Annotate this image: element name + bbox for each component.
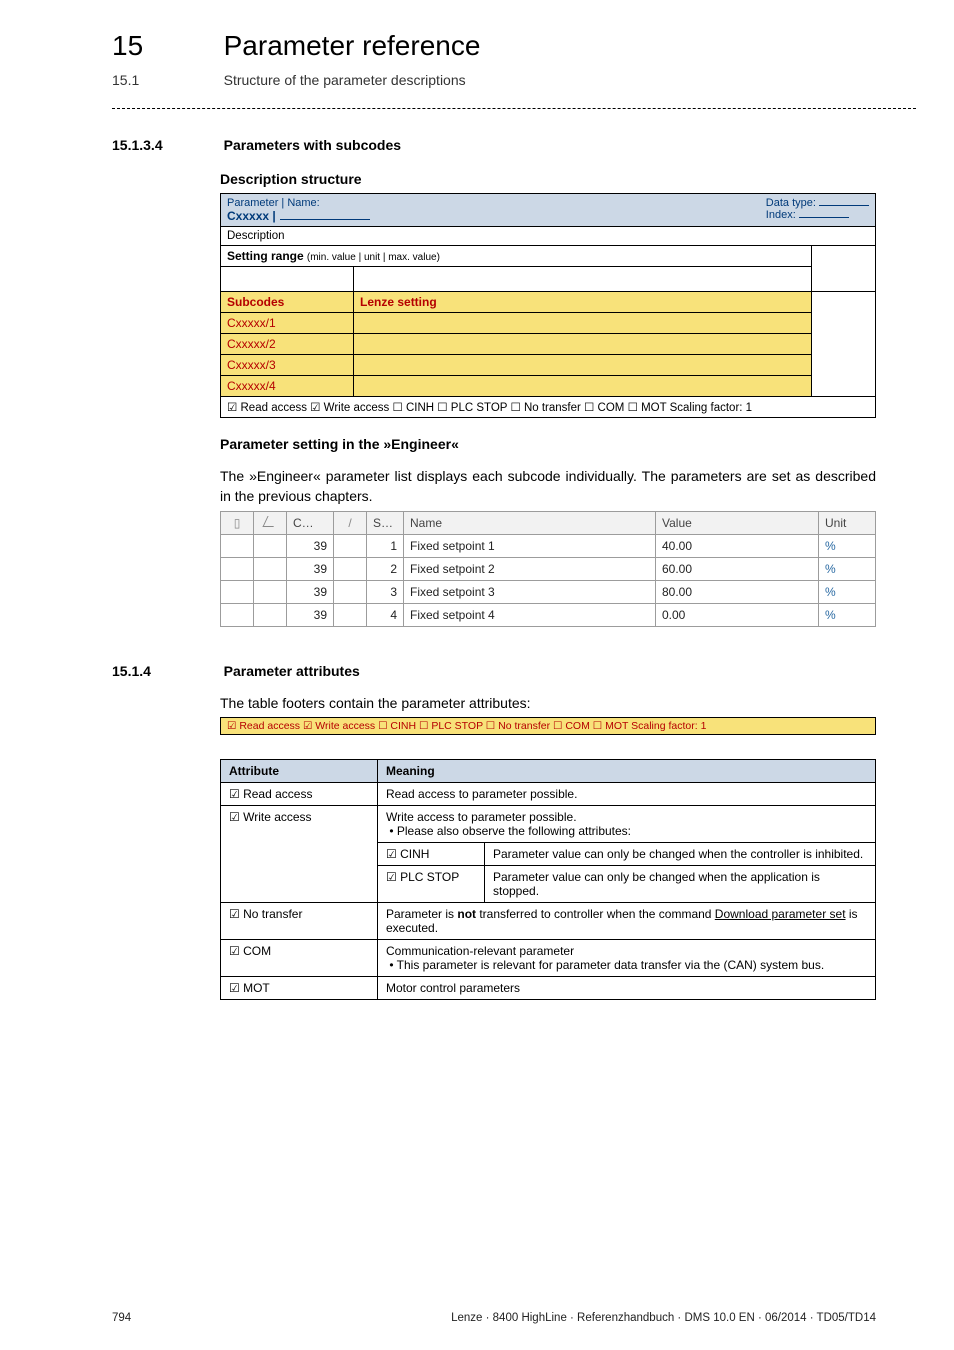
subcode-3: Cxxxxx/3 xyxy=(227,358,276,372)
description-row: Description xyxy=(221,227,876,246)
divider xyxy=(112,108,916,109)
col-meaning: Meaning xyxy=(378,759,876,782)
section-number: 15.1 xyxy=(112,72,220,88)
subcode-2: Cxxxxx/2 xyxy=(227,337,276,351)
subsection-heading: 15.1.4 Parameter attributes xyxy=(112,663,876,679)
table-row: ☑ MOT Motor control parameters xyxy=(221,976,876,999)
download-parameter-set-link[interactable]: Download parameter set xyxy=(715,907,846,921)
table-row: ☑ COM Communication-relevant parameter •… xyxy=(221,939,876,976)
param-name-label: Parameter | Name: Cxxxxx | xyxy=(227,197,370,223)
attribute-meaning-table: Attribute Meaning ☑ Read access Read acc… xyxy=(220,759,876,1000)
footer-text: Lenze · 8400 HighLine · Referenzhandbuch… xyxy=(451,1312,876,1324)
data-type-label: Data type: Index: xyxy=(766,197,869,223)
com-line1: Communication-relevant parameter xyxy=(386,944,574,958)
col-expand-icon: ▯ xyxy=(221,511,254,534)
table-row: 39 3 Fixed setpoint 3 80.00 % xyxy=(221,580,876,603)
table-row: 39 1 Fixed setpoint 1 40.00 % xyxy=(221,534,876,557)
col-c: C… xyxy=(287,511,334,534)
text: transferred to controller when the comma… xyxy=(476,907,715,921)
table-row: ☑ Write access Write access to parameter… xyxy=(221,805,876,842)
subcodes-label: Subcodes xyxy=(227,295,284,309)
attributes-paragraph: The table footers contain the parameter … xyxy=(220,693,876,713)
subcode-4: Cxxxxx/4 xyxy=(227,379,276,393)
col-unit: Unit xyxy=(819,511,876,534)
lenze-setting-label: Lenze setting xyxy=(360,295,437,309)
table-row: ☑ Read access Read access to parameter p… xyxy=(221,782,876,805)
table-row: 39 2 Fixed setpoint 2 60.00 % xyxy=(221,557,876,580)
col-s: S… xyxy=(367,511,404,534)
subsection-number: 15.1.4 xyxy=(112,663,220,679)
subcode-1: Cxxxxx/1 xyxy=(227,316,276,330)
text-bold: not xyxy=(457,907,476,921)
engineer-heading: Parameter setting in the »Engineer« xyxy=(220,436,876,452)
subsection-title: Parameter attributes xyxy=(224,663,360,679)
description-structure-heading: Description structure xyxy=(220,171,876,187)
col-edit-icon xyxy=(254,511,287,534)
section-title: Structure of the parameter descriptions xyxy=(224,72,466,88)
col-attribute: Attribute xyxy=(221,759,378,782)
engineer-table: ▯ C… / S… Name Value Unit 39 1 Fixed set… xyxy=(220,511,876,627)
col-slash-icon: / xyxy=(334,511,367,534)
col-value: Value xyxy=(656,511,819,534)
subsection-title: Parameters with subcodes xyxy=(224,137,401,153)
chapter-heading: 15 Parameter reference xyxy=(112,30,876,62)
subsection-number: 15.1.3.4 xyxy=(112,137,220,153)
attribute-footer-bar: ☑ Read access ☑ Write access ☐ CINH ☐ PL… xyxy=(220,717,876,735)
col-name: Name xyxy=(404,511,656,534)
table-row: 39 4 Fixed setpoint 4 0.00 % xyxy=(221,603,876,626)
chapter-number: 15 xyxy=(112,30,220,62)
engineer-paragraph: The »Engineer« parameter list displays e… xyxy=(220,466,876,507)
table-row: ☑ No transfer Parameter is not transferr… xyxy=(221,902,876,939)
write-access-line1: Write access to parameter possible. xyxy=(386,810,577,824)
page-number: 794 xyxy=(112,1312,131,1324)
text: Parameter is xyxy=(386,907,457,921)
page-footer: 794 Lenze · 8400 HighLine · Referenzhand… xyxy=(112,1312,876,1324)
com-line2: • This parameter is relevant for paramet… xyxy=(389,958,824,972)
subsection-heading: 15.1.3.4 Parameters with subcodes xyxy=(112,137,876,153)
section-heading: 15.1 Structure of the parameter descript… xyxy=(112,62,876,88)
chapter-title: Parameter reference xyxy=(224,30,481,62)
table-footer-attributes: ☑ Read access ☑ Write access ☐ CINH ☐ PL… xyxy=(221,397,876,418)
write-access-line2: • Please also observe the following attr… xyxy=(389,824,631,838)
description-structure-table: Parameter | Name: Cxxxxx | Data type: In… xyxy=(220,193,876,418)
setting-range-label: Setting range (min. value | unit | max. … xyxy=(221,246,812,267)
